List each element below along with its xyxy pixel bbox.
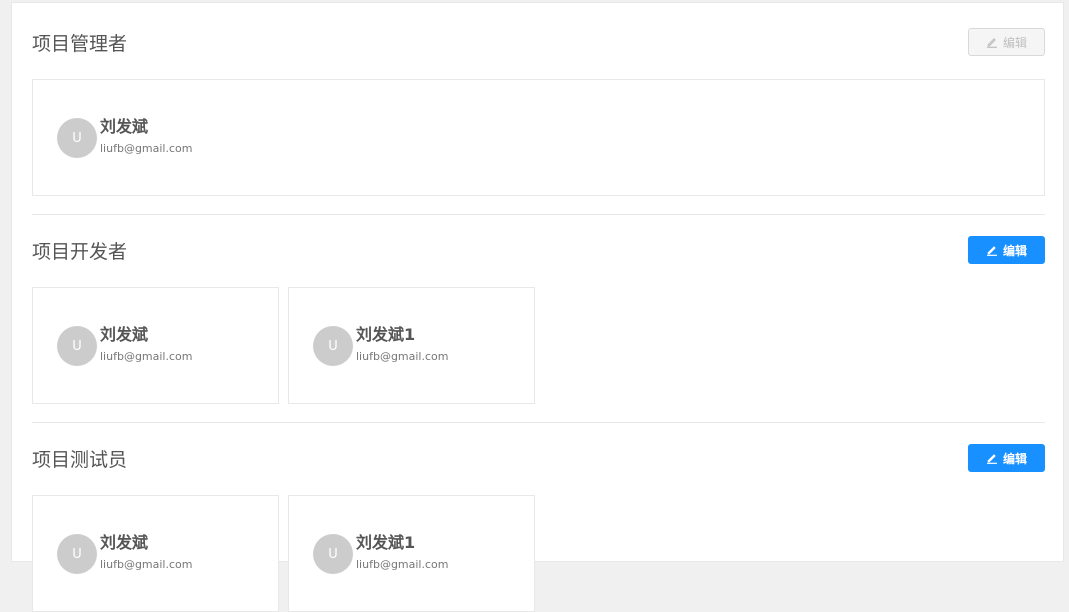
managers-edit-label: 编辑: [1002, 35, 1027, 50]
avatar: U: [313, 534, 353, 574]
section-title-managers: 项目管理者: [32, 33, 128, 55]
member-card: U 刘发斌1 liufb@gmail.com: [288, 287, 535, 404]
managers-edit-button[interactable]: 编辑: [968, 28, 1045, 56]
member-email: liufb@gmail.com: [356, 350, 449, 363]
member-name: 刘发斌: [100, 533, 149, 552]
avatar: U: [57, 118, 97, 158]
member-name: 刘发斌: [100, 117, 149, 136]
testers-member-list: U 刘发斌 liufb@gmail.com U 刘发斌1 liufb@gmail…: [32, 495, 535, 612]
edit-icon: [986, 452, 998, 464]
member-card: U 刘发斌1 liufb@gmail.com: [288, 495, 535, 612]
testers-edit-label: 编辑: [1002, 451, 1027, 466]
member-email: liufb@gmail.com: [100, 558, 193, 571]
project-members-panel: 项目管理者 编辑 U 刘发斌 liufb@gmail.com 项目开发者 编辑: [11, 2, 1064, 612]
developers-member-list: U 刘发斌 liufb@gmail.com U 刘发斌1 liufb@gmail…: [32, 287, 535, 404]
member-card: U 刘发斌 liufb@gmail.com: [32, 79, 1045, 196]
avatar: U: [313, 326, 353, 366]
testers-edit-button[interactable]: 编辑: [968, 444, 1045, 472]
developers-edit-label: 编辑: [1002, 243, 1027, 258]
edit-icon: [986, 244, 998, 256]
member-name: 刘发斌: [100, 325, 149, 344]
member-email: liufb@gmail.com: [356, 558, 449, 571]
avatar: U: [57, 534, 97, 574]
managers-member-list: U 刘发斌 liufb@gmail.com: [32, 79, 1045, 196]
section-title-developers: 项目开发者: [32, 241, 128, 263]
section-divider: [32, 214, 1045, 215]
section-divider: [32, 422, 1045, 423]
member-name: 刘发斌1: [356, 325, 416, 344]
edit-icon: [986, 36, 998, 48]
member-card: U 刘发斌 liufb@gmail.com: [32, 287, 279, 404]
member-email: liufb@gmail.com: [100, 350, 193, 363]
section-title-testers: 项目测试员: [32, 449, 128, 471]
member-name: 刘发斌1: [356, 533, 416, 552]
avatar: U: [57, 326, 97, 366]
member-card: U 刘发斌 liufb@gmail.com: [32, 495, 279, 612]
member-email: liufb@gmail.com: [100, 142, 193, 155]
developers-edit-button[interactable]: 编辑: [968, 236, 1045, 264]
